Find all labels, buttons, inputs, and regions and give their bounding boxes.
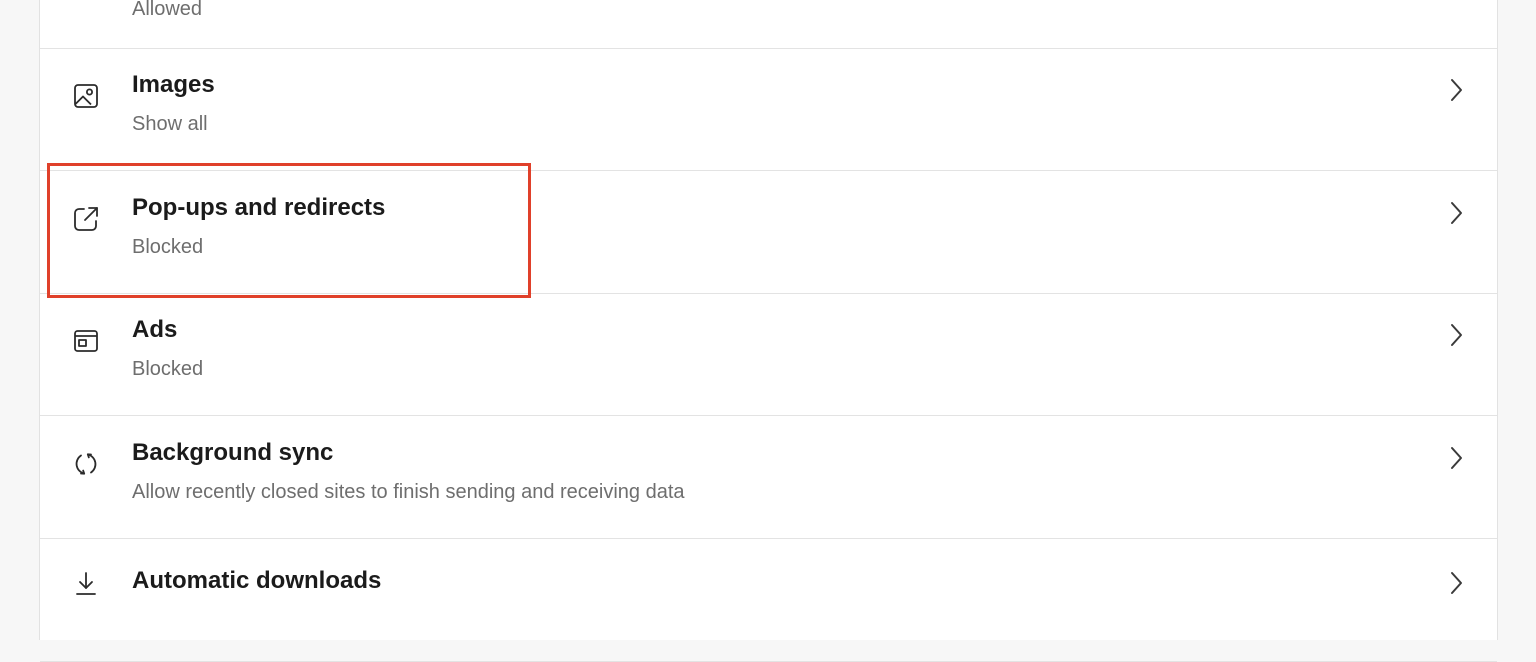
settings-row-background-sync[interactable]: Background sync Allow recently closed si… [40, 417, 1497, 539]
settings-row-javascript-status: Allowed [132, 0, 203, 20]
settings-row-popups[interactable]: Pop-ups and redirects Blocked [40, 172, 1497, 294]
settings-row-automatic-downloads[interactable]: Automatic downloads [40, 540, 1497, 662]
settings-row-ads-status: Blocked [132, 358, 204, 380]
settings-row-ads[interactable]: Ads Blocked [40, 294, 1497, 416]
ads-window-icon [72, 327, 100, 355]
settings-row-ads-title: Ads [132, 316, 178, 343]
external-link-icon [72, 205, 100, 233]
settings-row-images-title: Images [132, 71, 215, 98]
sync-icon [72, 450, 100, 478]
settings-row-automatic-downloads-title: Automatic downloads [132, 567, 382, 594]
settings-row-javascript[interactable]: Allowed [40, 0, 1497, 49]
settings-row-images[interactable]: Images Show all [40, 49, 1497, 171]
chevron-right-icon [1447, 322, 1465, 348]
settings-row-background-sync-status: Allow recently closed sites to finish se… [132, 481, 685, 503]
chevron-right-icon [1447, 77, 1465, 103]
settings-row-background-sync-title: Background sync [132, 439, 334, 466]
settings-row-popups-title: Pop-ups and redirects [132, 194, 386, 221]
chevron-right-icon [1447, 445, 1465, 471]
download-icon [72, 570, 100, 598]
settings-row-images-status: Show all [132, 113, 208, 135]
settings-row-popups-status: Blocked [132, 236, 204, 258]
chevron-right-icon [1447, 570, 1465, 596]
chevron-right-icon [1447, 0, 1465, 1]
image-icon [72, 82, 100, 110]
site-permissions-list: Allowed Images Show all Pop-ups and redi… [39, 0, 1498, 662]
chevron-right-icon [1447, 200, 1465, 226]
